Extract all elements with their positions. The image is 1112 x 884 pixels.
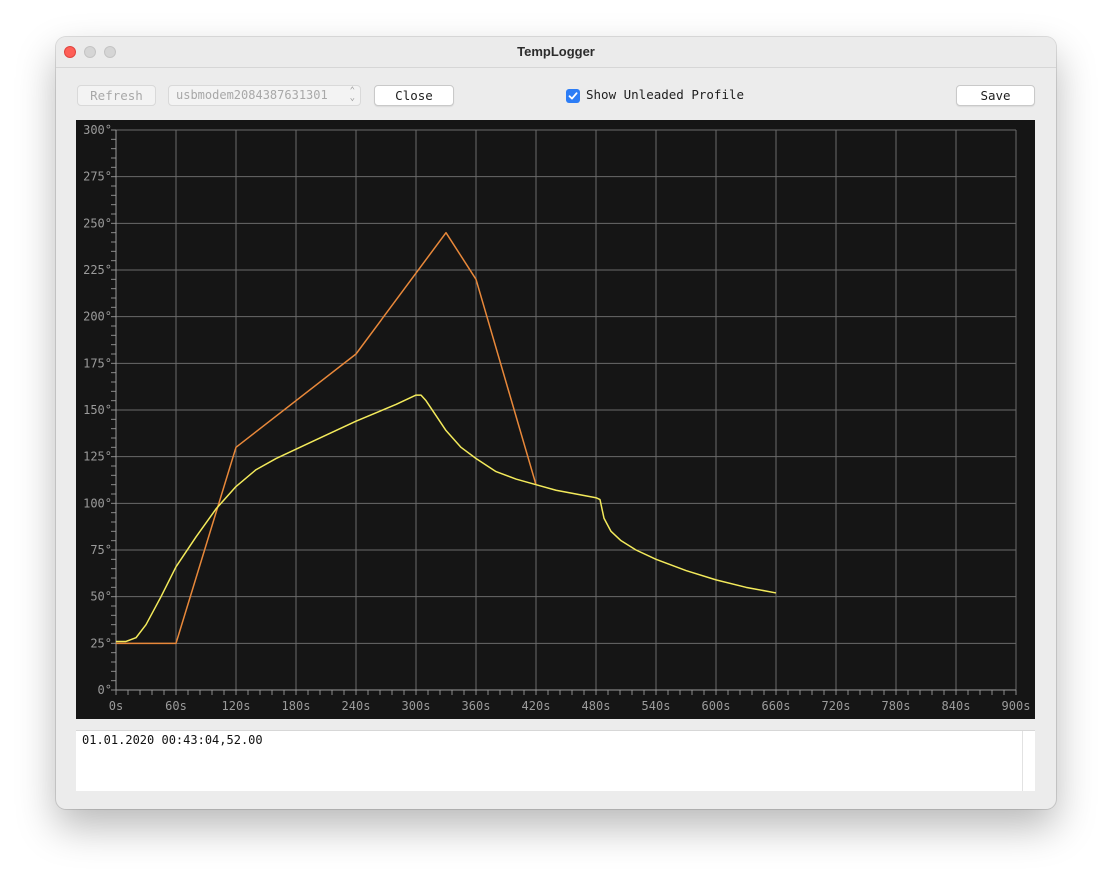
temperature-chart: 0s 60s 120s 180s 240s 300s 360s 420s 480s 540s 600… bbox=[76, 120, 1035, 719]
log-panel[interactable]: 01.01.2020 00:43:04,52.00 bbox=[76, 730, 1035, 791]
x-tick-label: 660s bbox=[762, 699, 791, 713]
x-tick-label: 120s bbox=[222, 699, 251, 713]
y-tick-label: 175° bbox=[83, 356, 112, 370]
checkmark-icon bbox=[568, 92, 578, 100]
show-profile-label[interactable]: Show Unleaded Profile bbox=[586, 87, 744, 102]
refresh-button[interactable]: Refresh bbox=[77, 85, 156, 106]
x-tick-label: 360s bbox=[462, 699, 491, 713]
y-tick-label: 150° bbox=[83, 403, 112, 417]
window-title: TempLogger bbox=[517, 44, 595, 59]
y-tick-label: 75° bbox=[90, 543, 112, 557]
x-tick-label: 60s bbox=[165, 699, 187, 713]
y-tick-label: 250° bbox=[83, 216, 112, 230]
x-tick-label: 180s bbox=[282, 699, 311, 713]
x-tick-label: 0s bbox=[109, 699, 123, 713]
y-tick-label: 125° bbox=[83, 450, 112, 464]
title-bar: TempLogger bbox=[56, 37, 1056, 68]
chevron-up-down-icon: ⌃ ⌄ bbox=[349, 86, 355, 103]
x-tick-label: 540s bbox=[642, 699, 671, 713]
y-tick-label: 100° bbox=[83, 496, 112, 510]
close-port-button[interactable]: Close bbox=[374, 85, 454, 106]
y-tick-label: 50° bbox=[90, 590, 112, 604]
save-button[interactable]: Save bbox=[956, 85, 1035, 106]
temperature-chart-svg: 0s 60s 120s 180s 240s 300s 360s 420s 480s 540s 600… bbox=[83, 123, 1031, 713]
log-line: 01.01.2020 00:43:04,52.00 bbox=[82, 733, 263, 747]
x-tick-label: 300s bbox=[402, 699, 431, 713]
x-tick-label: 840s bbox=[942, 699, 971, 713]
y-tick-label: 25° bbox=[90, 636, 112, 650]
x-tick-label: 720s bbox=[822, 699, 851, 713]
y-tick-label: 275° bbox=[83, 170, 112, 184]
app-window: TempLogger Refresh usbmodem2084387631301… bbox=[56, 37, 1056, 809]
x-tick-label: 780s bbox=[882, 699, 911, 713]
y-tick-label: 0° bbox=[98, 683, 112, 697]
port-select-value: usbmodem2084387631301 bbox=[176, 88, 328, 102]
port-select[interactable]: usbmodem2084387631301 ⌃ ⌄ bbox=[168, 85, 361, 106]
log-scrollbar-track[interactable] bbox=[1022, 731, 1023, 791]
y-tick-label: 200° bbox=[83, 310, 112, 324]
profile-series-line bbox=[116, 231, 537, 645]
x-tick-label: 420s bbox=[522, 699, 551, 713]
y-tick-label: 300° bbox=[83, 123, 112, 137]
x-tick-label: 600s bbox=[702, 699, 731, 713]
show-profile-checkbox[interactable] bbox=[566, 89, 580, 103]
x-tick-label: 480s bbox=[582, 699, 611, 713]
y-tick-label: 225° bbox=[83, 263, 112, 277]
x-tick-label: 900s bbox=[1002, 699, 1031, 713]
x-tick-label: 240s bbox=[342, 699, 371, 713]
